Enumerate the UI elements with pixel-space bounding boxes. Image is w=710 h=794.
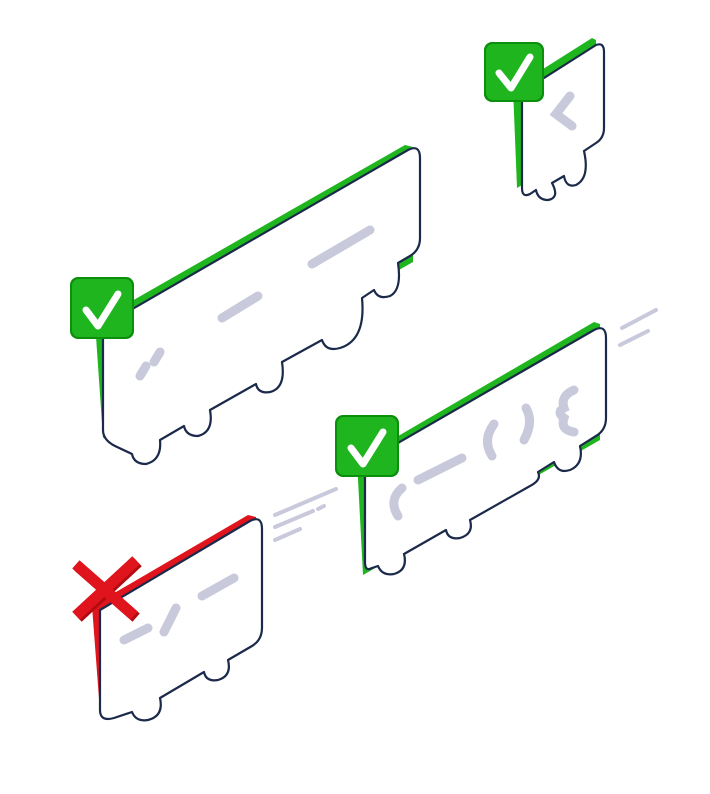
status-badge [335,415,399,477]
connector-middle-to-bottom [273,487,338,542]
top-small-block [484,38,606,202]
status-badge [484,42,544,102]
middle-block [335,322,608,576]
block-face [98,518,264,722]
status-badge [70,277,134,339]
code-blocks-illustration [70,38,658,722]
connector-right-edge [618,308,658,347]
bottom-block [72,515,264,722]
